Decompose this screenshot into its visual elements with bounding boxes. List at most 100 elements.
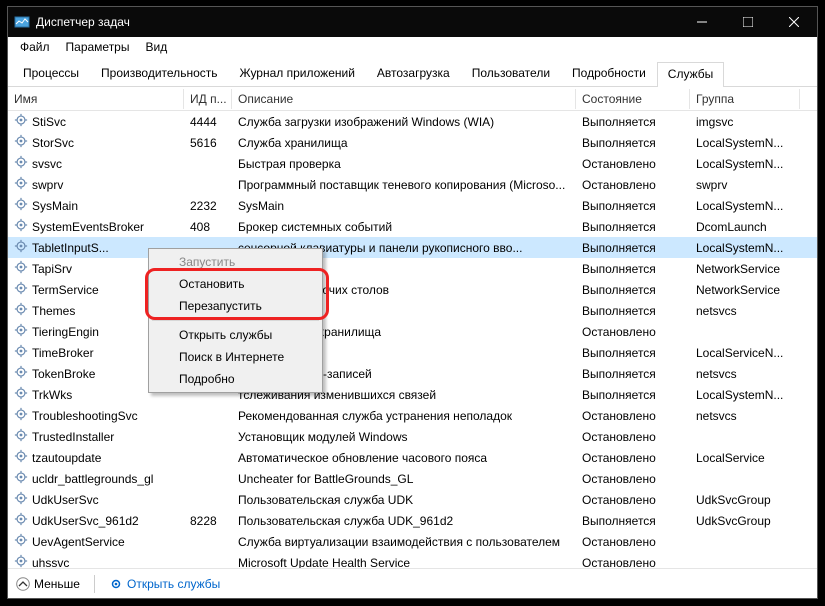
header-desc[interactable]: Описание [232, 89, 576, 109]
service-row[interactable]: UdkUserSvcПользовательская служба UDKОст… [8, 489, 817, 510]
separator [94, 575, 95, 593]
header-name[interactable]: Имя [8, 89, 184, 109]
menu-search-online[interactable]: Поиск в Интернете [151, 346, 320, 368]
services-listview[interactable]: Имя ИД п... Описание Состояние Группа St… [8, 87, 817, 568]
service-name: UdkUserSvc_961d2 [32, 514, 139, 528]
service-name: SystemEventsBroker [32, 220, 144, 234]
service-state: Остановлено [576, 555, 690, 569]
service-row[interactable]: TrkWks тслеживания изменившихся связейВы… [8, 384, 817, 405]
open-services-link[interactable]: Открыть службы [109, 577, 220, 591]
service-name: StiSvc [32, 115, 66, 129]
service-row[interactable]: SystemEventsBroker408Брокер системных со… [8, 216, 817, 237]
service-pid [184, 562, 232, 564]
service-row[interactable]: UdkUserSvc_961d28228Пользовательская слу… [8, 510, 817, 531]
service-group: LocalService [690, 450, 800, 466]
service-row[interactable]: StorSvc5616Служба хранилищаВыполняетсяLo… [8, 132, 817, 153]
service-row[interactable]: ucldr_battlegrounds_gl Uncheater for Batt… [8, 468, 817, 489]
service-row[interactable]: swprvПрограммный поставщик теневого копи… [8, 174, 817, 195]
gear-icon [14, 428, 28, 445]
header-state[interactable]: Состояние [576, 89, 690, 109]
service-desc: Uncheater for BattleGrounds_GL [232, 471, 576, 487]
tab-processes[interactable]: Процессы [12, 61, 90, 86]
column-headers[interactable]: Имя ИД п... Описание Состояние Группа [8, 87, 817, 111]
menu-details[interactable]: Подробно [151, 368, 320, 390]
app-icon [14, 14, 30, 30]
service-state: Остановлено [576, 408, 690, 424]
service-row[interactable]: StiSvc4444Служба загрузки изображений Wi… [8, 111, 817, 132]
service-row[interactable]: svsvcБыстрая проверкаОстановленоLocalSys… [8, 153, 817, 174]
service-pid [184, 457, 232, 459]
service-group: netsvcs [690, 408, 800, 424]
titlebar[interactable]: Диспетчер задач [8, 7, 817, 37]
service-state: Остановлено [576, 492, 690, 508]
service-row[interactable]: SysMain2232SysMainВыполняетсяLocalSystem… [8, 195, 817, 216]
tab-details[interactable]: Подробности [561, 61, 657, 86]
menu-view[interactable]: Вид [137, 38, 175, 56]
service-row[interactable]: uhssvcMicrosoft Update Health ServiceОст… [8, 552, 817, 568]
service-desc: Быстрая проверка [232, 156, 576, 172]
menu-options[interactable]: Параметры [58, 38, 138, 56]
service-group: NetworkService [690, 261, 800, 277]
service-name: ucldr_battlegrounds_gl [32, 472, 153, 486]
service-row[interactable]: tzautoupdateАвтоматическое обновление ча… [8, 447, 817, 468]
service-group: swprv [690, 177, 800, 193]
minimize-button[interactable] [679, 7, 725, 37]
menu-start: Запустить [151, 251, 320, 273]
service-desc: Рекомендованная служба устранения непола… [232, 408, 576, 424]
tab-services[interactable]: Службы [657, 62, 724, 87]
service-group: DcomLaunch [690, 219, 800, 235]
maximize-button[interactable] [725, 7, 771, 37]
tab-performance[interactable]: Производительность [90, 61, 228, 86]
service-state: Выполняется [576, 387, 690, 403]
gear-icon [14, 365, 28, 382]
service-group: LocalSystemN... [690, 198, 800, 214]
close-button[interactable] [771, 7, 817, 37]
service-state: Выполняется [576, 219, 690, 235]
gear-icon [14, 155, 28, 172]
service-row[interactable]: TermService удаленных рабочих столовВыпо… [8, 279, 817, 300]
menu-stop[interactable]: Остановить [151, 273, 320, 295]
gear-icon [14, 407, 28, 424]
service-row[interactable]: TabletInputS... сенсорной клавиатуры и п… [8, 237, 817, 258]
tab-startup[interactable]: Автозагрузка [366, 61, 461, 86]
service-name: UdkUserSvc [32, 493, 99, 507]
service-name: UevAgentService [32, 535, 125, 549]
service-pid [184, 184, 232, 186]
fewer-details-button[interactable]: Меньше [16, 577, 80, 591]
menubar: Файл Параметры Вид [8, 37, 817, 57]
service-row[interactable]: TokenBroke ер учетных веб-записейВыполня… [8, 363, 817, 384]
service-pid [184, 436, 232, 438]
service-row[interactable]: TapiSrvВыполняетсяNetworkService [8, 258, 817, 279]
gear-icon [14, 197, 28, 214]
tab-app-history[interactable]: Журнал приложений [229, 61, 366, 86]
service-pid [184, 163, 232, 165]
chevron-up-icon [16, 577, 30, 591]
service-row[interactable]: ThemesВыполняетсяnetsvcs [8, 300, 817, 321]
tab-users[interactable]: Пользователи [461, 61, 561, 86]
service-state: Остановлено [576, 471, 690, 487]
menu-restart[interactable]: Перезапустить [151, 295, 320, 317]
menu-file[interactable]: Файл [12, 38, 58, 56]
menu-open-services[interactable]: Открыть службы [151, 324, 320, 346]
service-state: Остановлено [576, 450, 690, 466]
header-pid[interactable]: ИД п... [184, 89, 232, 109]
task-manager-window: Диспетчер задач Файл Параметры Вид Проце… [7, 6, 818, 599]
service-group: imgsvc [690, 114, 800, 130]
header-group[interactable]: Группа [690, 89, 800, 109]
service-row[interactable]: TimeBroker ремениВыполняетсяLocalService… [8, 342, 817, 363]
service-state: Остановлено [576, 177, 690, 193]
service-name: TieringEngin [32, 325, 99, 339]
service-group: UdkSvcGroup [690, 492, 800, 508]
service-name: TabletInputS... [32, 241, 109, 255]
service-state: Остановлено [576, 429, 690, 445]
gear-icon [14, 512, 28, 529]
tabbar: Процессы Производительность Журнал прило… [8, 57, 817, 87]
service-name: TimeBroker [32, 346, 94, 360]
service-state: Выполняется [576, 198, 690, 214]
service-row[interactable]: TieringEngin ния уровнями хранилищаОстан… [8, 321, 817, 342]
service-row[interactable]: TroubleshootingSvcРекомендованная служба… [8, 405, 817, 426]
service-name: TermService [32, 283, 99, 297]
service-row[interactable]: TrustedInstallerУстановщик модулей Windo… [8, 426, 817, 447]
service-row[interactable]: UevAgentServiceСлужба виртуализации взаи… [8, 531, 817, 552]
service-name: TrustedInstaller [32, 430, 114, 444]
